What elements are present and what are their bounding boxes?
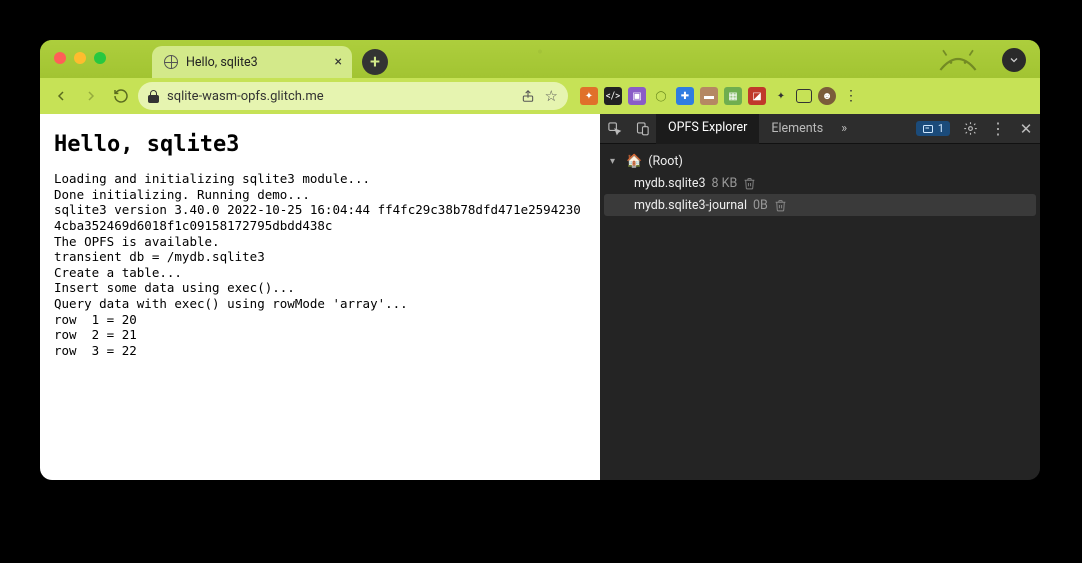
opfs-tree: ▾ 🏠 (Root) mydb.sqlite3 8 KB mydb.sqlite… [600,144,1040,480]
tree-root-label: (Root) [648,154,683,169]
tree-file-size: 8 KB [712,176,738,191]
back-button[interactable] [48,83,74,109]
extension-icon[interactable]: </> [604,87,622,105]
extension-icon[interactable]: ◯ [652,87,670,105]
chrome-menu-icon[interactable]: ⋮ [842,87,860,105]
devtools-tab-elements[interactable]: Elements [759,114,835,144]
extensions-row: ✦ </> ▣ ◯ ✚ ▬ ▦ ◪ ✦ ☻ ⋮ [580,87,860,105]
maximize-window-button[interactable] [94,52,106,64]
devtools-settings-icon[interactable] [956,114,984,144]
inspect-element-icon[interactable] [600,114,628,144]
tab-strip: Hello, sqlite3 × + [40,40,1040,78]
devtools-toolbar: OPFS Explorer Elements » 1 ⋮ ✕ [600,114,1040,144]
home-icon: 🏠 [626,154,642,169]
trash-icon[interactable] [774,199,787,212]
caret-down-icon: ▾ [610,156,620,167]
page-title: Hello, sqlite3 [54,132,586,157]
extension-icon[interactable]: ▦ [724,87,742,105]
page-content: Hello, sqlite3 Loading and initializing … [40,114,600,480]
new-tab-button[interactable]: + [362,49,388,75]
devtools-tab-opfs[interactable]: OPFS Explorer [656,114,759,144]
window-controls [54,52,106,64]
devtools-menu-icon[interactable]: ⋮ [984,114,1012,144]
reload-button[interactable] [108,83,134,109]
extension-icon[interactable]: ▣ [628,87,646,105]
tree-file-row[interactable]: mydb.sqlite3 8 KB [604,172,1036,194]
issues-badge[interactable]: 1 [916,121,950,136]
tree-file-name: mydb.sqlite3-journal [634,198,747,213]
sidepanel-icon[interactable] [796,89,812,103]
extension-icon[interactable]: ✦ [580,87,598,105]
device-toggle-icon[interactable] [628,114,656,144]
console-log: Loading and initializing sqlite3 module.… [54,171,586,359]
bookmark-star-icon[interactable]: ☆ [545,87,558,105]
profile-avatar[interactable]: ☻ [818,87,836,105]
trash-icon[interactable] [743,177,756,190]
extension-icon[interactable]: ◪ [748,87,766,105]
browser-window: Hello, sqlite3 × + sqlite-wasm-opfs.glit… [40,40,1040,480]
share-icon[interactable] [521,89,535,103]
address-bar[interactable]: sqlite-wasm-opfs.glitch.me ☆ [138,82,568,110]
url-text: sqlite-wasm-opfs.glitch.me [167,89,324,104]
devtools-close-icon[interactable]: ✕ [1012,114,1040,144]
devtools-panel: OPFS Explorer Elements » 1 ⋮ ✕ ▾ 🏠 (R [600,114,1040,480]
tree-file-row[interactable]: mydb.sqlite3-journal 0B [604,194,1036,216]
lock-icon [148,90,159,103]
close-window-button[interactable] [54,52,66,64]
android-logo-icon [936,44,980,74]
tab-title: Hello, sqlite3 [186,55,327,70]
close-tab-button[interactable]: × [335,54,342,70]
tree-file-name: mydb.sqlite3 [634,176,706,191]
content-split: Hello, sqlite3 Loading and initializing … [40,114,1040,480]
tree-root[interactable]: ▾ 🏠 (Root) [604,150,1036,172]
forward-button[interactable] [78,83,104,109]
user-menu-button[interactable] [1002,48,1026,72]
tree-file-size: 0B [753,198,768,213]
extension-icon[interactable]: ✚ [676,87,694,105]
extension-icon[interactable]: ▬ [700,87,718,105]
extensions-menu-icon[interactable]: ✦ [772,87,790,105]
browser-tab[interactable]: Hello, sqlite3 × [152,46,352,78]
address-bar-row: sqlite-wasm-opfs.glitch.me ☆ ✦ </> ▣ ◯ ✚… [40,78,1040,114]
globe-icon [164,55,178,69]
devtools-tab-more[interactable]: » [835,114,853,144]
minimize-window-button[interactable] [74,52,86,64]
